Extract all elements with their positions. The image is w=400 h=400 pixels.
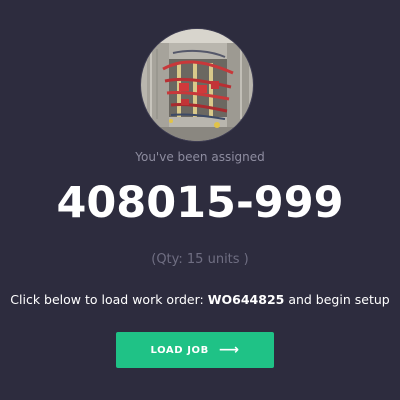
assignment-screen: You've been assigned 408015-999 (Qty: 15… [0, 0, 400, 400]
load-job-label: LOAD JOB [150, 344, 209, 356]
work-order-number: WO644825 [207, 292, 285, 307]
part-photo [141, 29, 253, 141]
instruction-suffix: and begin setup [284, 292, 390, 307]
quantity-label: (Qty: 15 units ) [151, 252, 249, 267]
part-number: 408015-999 [56, 178, 344, 228]
arrow-right-icon: ⟶ [218, 342, 240, 358]
assigned-label: You've been assigned [135, 150, 265, 164]
instruction-prefix: Click below to load work order: [10, 292, 208, 307]
instruction-text: Click below to load work order: WO644825… [0, 292, 400, 307]
load-job-button[interactable]: LOAD JOB ⟶ [116, 332, 274, 368]
